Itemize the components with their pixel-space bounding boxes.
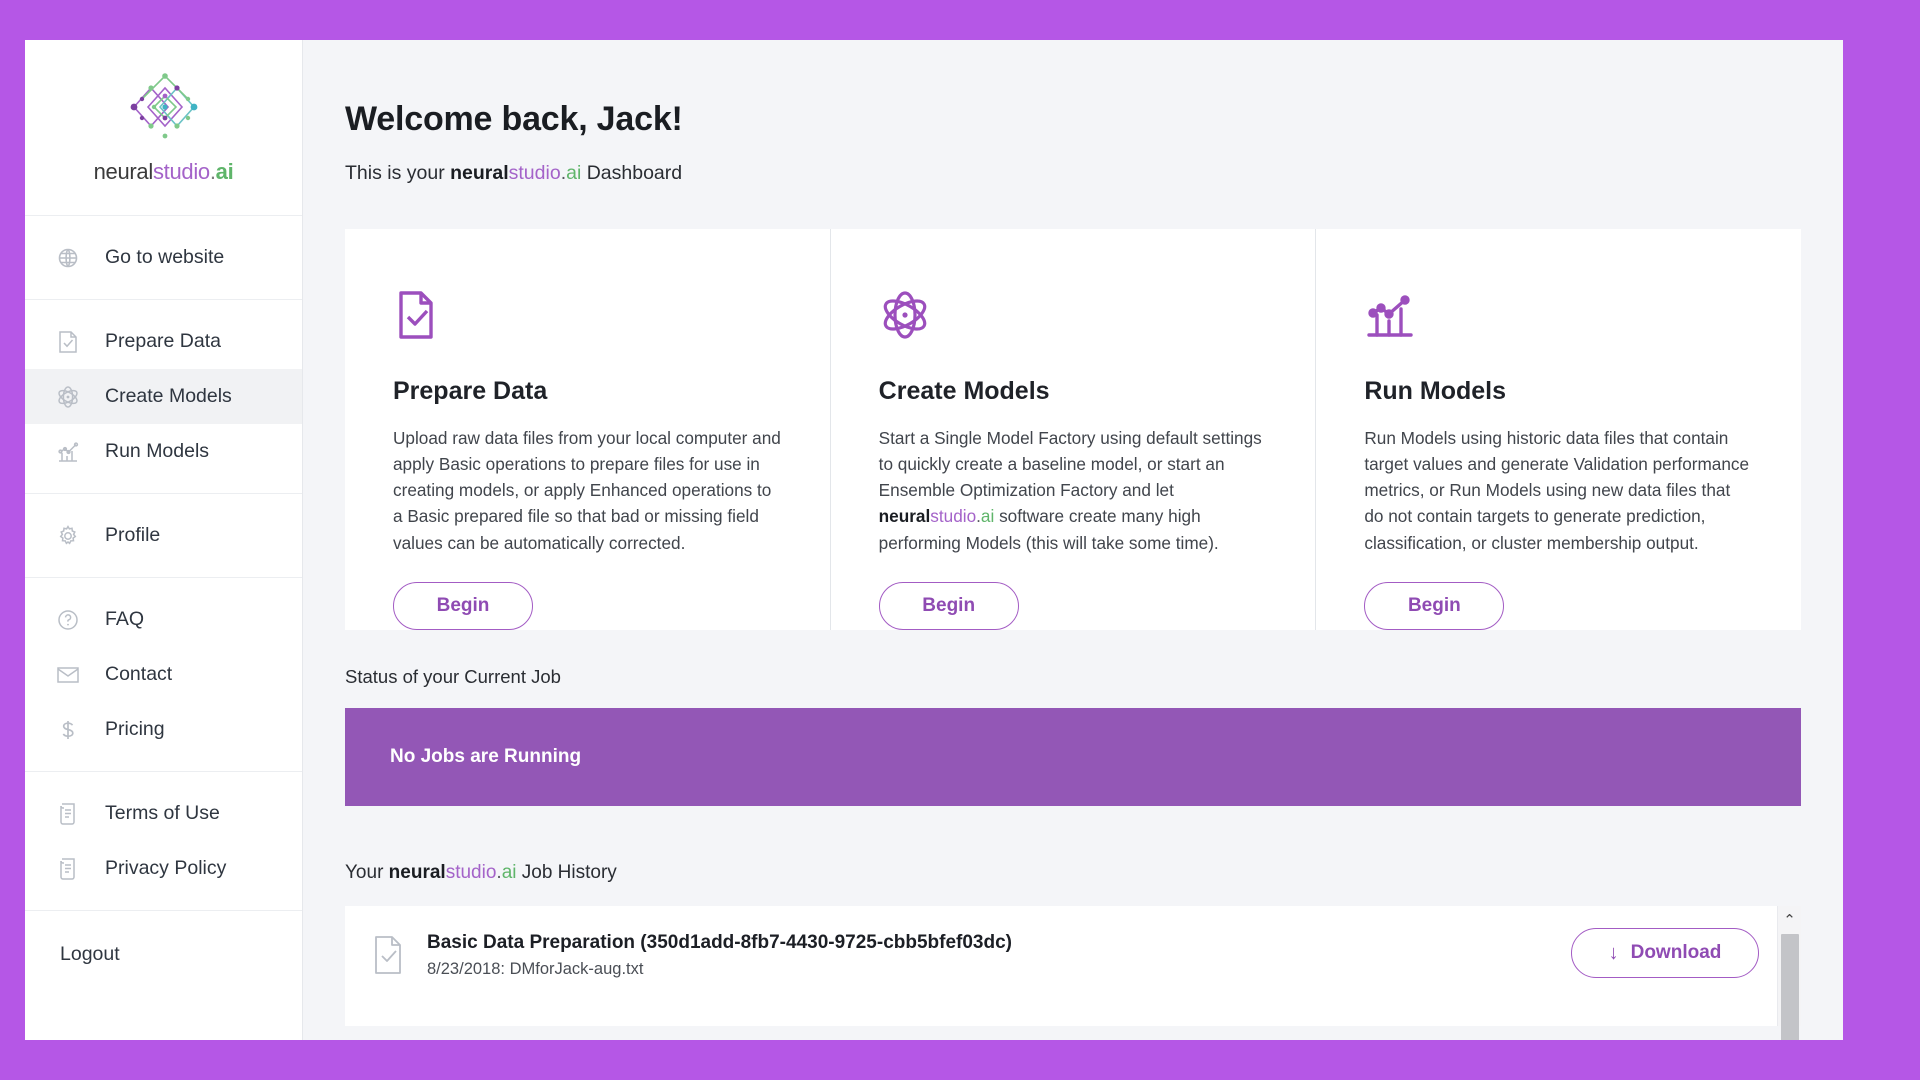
scroll-up-arrow-icon[interactable]: ⌃ (1778, 906, 1801, 934)
status-message: No Jobs are Running (390, 745, 582, 767)
sidebar-item-label: Profile (105, 524, 161, 546)
page-title: Welcome back, Jack! (345, 100, 683, 138)
dollar-icon (55, 717, 81, 743)
nav-group-website: Go to website (25, 216, 302, 300)
sidebar-item-label: Contact (105, 663, 173, 685)
document-check-icon (393, 289, 782, 347)
download-arrow-icon: ↓ (1608, 941, 1619, 964)
sidebar-item-pricing[interactable]: Pricing (25, 702, 302, 757)
sidebar-item-label: Terms of Use (105, 802, 220, 824)
bar-chart-icon (55, 439, 81, 465)
document-check-icon (55, 329, 81, 355)
brand-neural: neural (878, 506, 931, 527)
download-button[interactable]: ↓ Download (1571, 927, 1759, 978)
card-create-models: Create Models Start a Single Model Facto… (831, 229, 1317, 630)
card-title: Create Models (878, 377, 1050, 405)
brand-logo-block[interactable]: neuralstudio.ai (25, 40, 302, 216)
nav-group-support: FAQ Contact Pricing (25, 578, 302, 772)
scrollbar-thumb[interactable] (1781, 933, 1799, 1040)
page-subtitle-prefix: This is your (345, 162, 451, 184)
sidebar-item-label: Go to website (105, 246, 225, 268)
nav-group-account: Profile (25, 494, 302, 578)
list-item[interactable]: Basic Data Preparation (350d1add-8fb7-44… (345, 906, 1571, 1005)
card-title: Prepare Data (393, 377, 548, 405)
brand-neural: neural (388, 861, 446, 883)
job-subtitle: 8/23/2018: DMforJack-aug.txt (427, 959, 644, 978)
question-circle-icon (55, 607, 81, 633)
job-history-label: Your neuralstudio.ai Job History (345, 862, 1843, 884)
begin-button-create-models[interactable]: Begin (878, 581, 1019, 630)
job-history-texts: Basic Data Preparation (350d1add-8fb7-44… (427, 932, 1571, 979)
card-run-models: Run Models Run Models using historic dat… (1316, 229, 1801, 630)
app-window: neuralstudio.ai Go to website Prepare Da… (25, 40, 1843, 1040)
atom-icon (55, 384, 81, 410)
document-check-icon (371, 934, 407, 976)
sidebar-item-profile[interactable]: Profile (25, 508, 302, 563)
sidebar-item-label: Prepare Data (105, 330, 221, 352)
brand-neural: neural (93, 159, 154, 184)
sidebar-item-go-to-website[interactable]: Go to website (25, 230, 302, 285)
sidebar-item-create-models[interactable]: Create Models (25, 369, 302, 424)
sidebar-item-label: Create Models (105, 385, 232, 407)
sidebar: neuralstudio.ai Go to website Prepare Da… (25, 40, 303, 1040)
brand-studio: studio (508, 162, 561, 184)
begin-button-prepare-data[interactable]: Begin (393, 581, 533, 630)
nav-group-logout: Logout (25, 911, 302, 997)
sidebar-item-label: Privacy Policy (105, 857, 227, 879)
job-history-scrollbar[interactable]: ⌃ (1777, 905, 1801, 1040)
download-button-label: Download (1630, 941, 1722, 963)
card-prepare-data: Prepare Data Upload raw data files from … (345, 229, 831, 630)
feature-cards: Prepare Data Upload raw data files from … (345, 229, 1801, 630)
page-subtitle: This is your neuralstudio.ai Dashboard (345, 162, 1843, 185)
neural-network-diamond-logo (118, 66, 210, 153)
job-history-list: Basic Data Preparation (350d1add-8fb7-44… (345, 906, 1571, 1005)
brand-ai: ai (566, 162, 582, 184)
brand-studio: studio (152, 159, 210, 184)
logout-button[interactable]: Logout (25, 925, 302, 983)
bar-chart-icon (1364, 289, 1753, 347)
sidebar-item-privacy-policy[interactable]: Privacy Policy (25, 841, 302, 896)
status-section-label: Status of your Current Job (345, 665, 561, 687)
job-history-panel: Basic Data Preparation (350d1add-8fb7-44… (345, 905, 1801, 1040)
sidebar-item-contact[interactable]: Contact (25, 647, 302, 702)
sidebar-item-label: Run Models (105, 440, 210, 462)
job-history-label-suffix: Job History (516, 861, 617, 883)
brand-studio: studio (930, 506, 977, 527)
card-description: Run Models using historic data files tha… (1364, 428, 1750, 553)
gear-icon (55, 523, 81, 549)
globe-icon (55, 245, 81, 271)
scroll-document-icon (55, 801, 81, 827)
nav-group-workflow: Prepare Data Create Models Run Models (25, 300, 302, 494)
brand-wordmark: neuralstudio.ai (94, 159, 234, 185)
brand-ai: ai (215, 159, 234, 184)
begin-button-run-models[interactable]: Begin (1364, 581, 1505, 630)
scroll-document-icon (55, 856, 81, 882)
job-title: Basic Data Preparation (350d1add-8fb7-44… (427, 931, 1013, 953)
brand-ai: ai (980, 506, 995, 527)
sidebar-item-terms-of-use[interactable]: Terms of Use (25, 786, 302, 841)
page-subtitle-suffix: Dashboard (581, 162, 683, 184)
card-title: Run Models (1364, 377, 1507, 405)
sidebar-item-label: FAQ (105, 608, 145, 630)
card-description: Upload raw data files from your local co… (393, 428, 781, 553)
envelope-icon (55, 662, 81, 688)
brand-neural: neural (450, 162, 509, 184)
sidebar-item-run-models[interactable]: Run Models (25, 424, 302, 479)
brand-studio: studio (445, 861, 497, 883)
sidebar-item-faq[interactable]: FAQ (25, 592, 302, 647)
sidebar-item-prepare-data[interactable]: Prepare Data (25, 314, 302, 369)
sidebar-item-label: Pricing (105, 718, 165, 740)
card-description-part1: Start a Single Model Factory using defau… (878, 428, 1262, 501)
job-history-label-prefix: Your (345, 861, 389, 883)
current-job-status-bar: No Jobs are Running (345, 707, 1801, 806)
card-description: Start a Single Model Factory using defau… (879, 425, 1268, 556)
atom-icon (879, 289, 1268, 347)
nav-group-legal: Terms of Use Privacy Policy (25, 772, 302, 911)
brand-ai: ai (501, 861, 517, 883)
main-content: Welcome back, Jack! This is your neurals… (303, 40, 1843, 1040)
